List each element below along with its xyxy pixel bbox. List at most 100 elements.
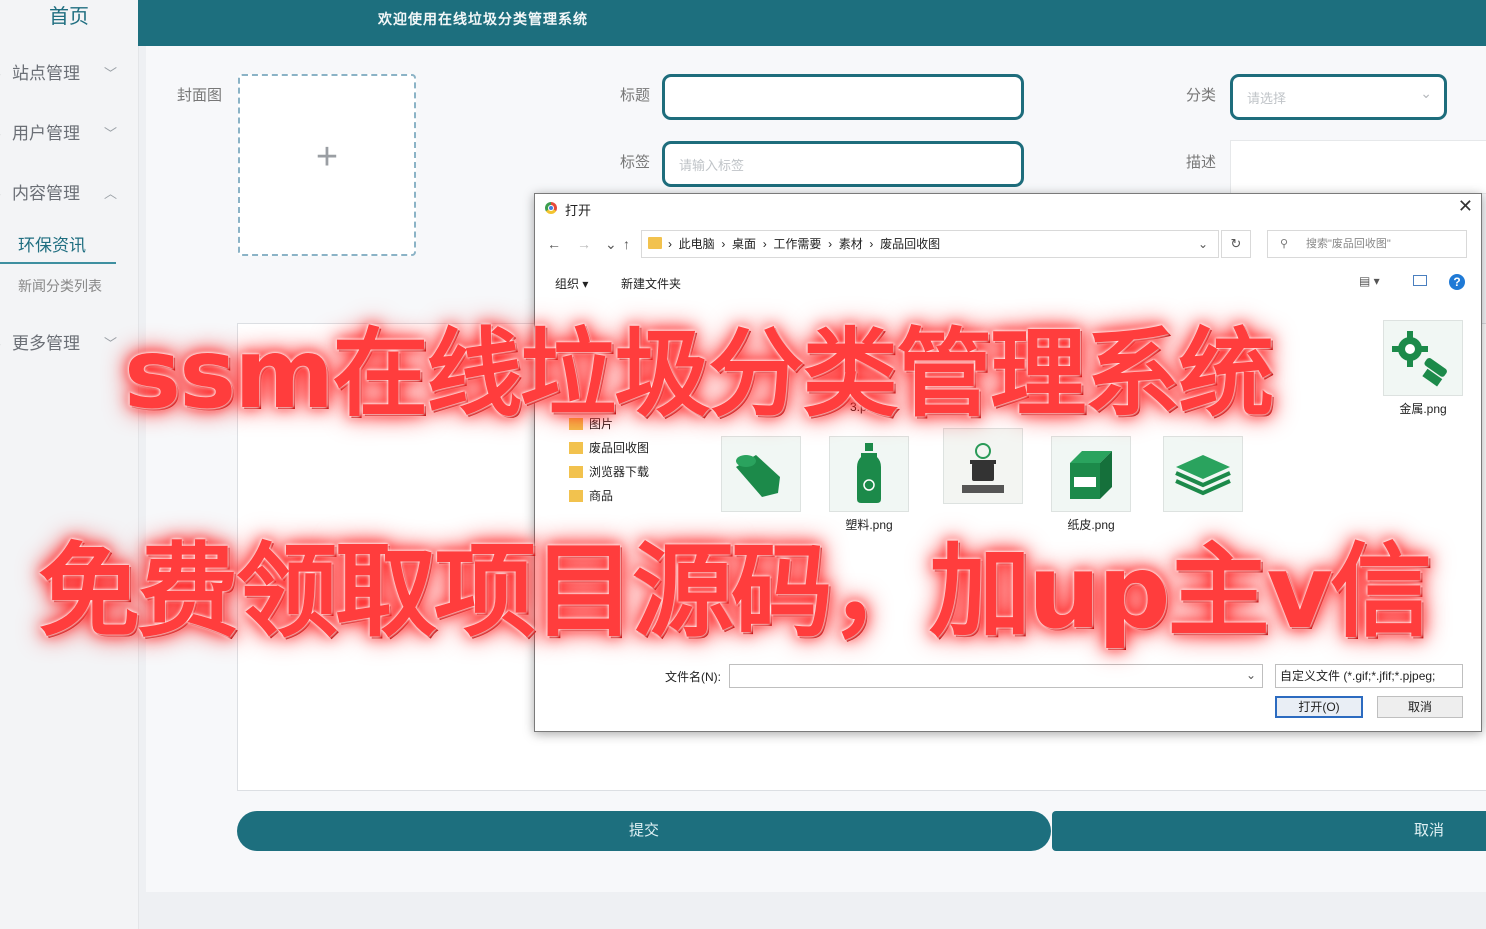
cover-upload[interactable]: + [238, 74, 416, 256]
address-row: ← → ⌄ ↑ › 此电脑 › 桌面 › 工作需要 › 素材 › 废品回收图 ⌄… [535, 230, 1481, 260]
sidebar-item-content[interactable]: ◦ 内容管理 ︿ [0, 174, 138, 214]
can-thumbnail [721, 436, 801, 512]
overlay-title: ssm在线垃圾分类管理系统 [124, 318, 1274, 430]
filetype-select[interactable]: 自定义文件 (*.gif;*.jfif;*.pjpeg; [1275, 664, 1463, 688]
open-button[interactable]: 打开(O) [1275, 696, 1363, 718]
breadcrumb-item[interactable]: 桌面 [732, 237, 756, 251]
recycle-bin-icon [962, 443, 1004, 493]
sidebar-home[interactable]: 首页 [0, 0, 138, 40]
category-placeholder: 请选择 [1247, 91, 1287, 106]
chevron-down-icon: ﹀ [104, 66, 118, 81]
breadcrumb-item[interactable]: 废品回收图 [880, 237, 940, 251]
dialog-titlebar: 打开 ✕ [535, 194, 1481, 222]
tags-input[interactable]: 请输入标签 [662, 141, 1024, 187]
tree-item-label: 浏览器下载 [589, 465, 650, 479]
new-folder-button[interactable]: 新建文件夹 [621, 275, 681, 292]
organize-button[interactable]: 组织 ▾ [555, 275, 588, 292]
bottle-icon [857, 443, 881, 503]
metal-thumbnail [1383, 320, 1463, 396]
file-item[interactable] [937, 428, 1029, 504]
search-placeholder: 搜索"废品回收图" [1306, 238, 1391, 250]
paper-stack-icon [1175, 455, 1231, 496]
folder-icon [648, 237, 662, 249]
refresh-icon[interactable]: ↻ [1221, 230, 1251, 258]
back-icon[interactable]: ← [547, 236, 561, 252]
breadcrumb-item[interactable]: 素材 [839, 237, 863, 251]
welcome-text: 欢迎使用在线垃圾分类管理系统 [378, 12, 588, 28]
breadcrumb-item[interactable]: 工作需要 [773, 237, 821, 251]
search-icon: ⚲ [1280, 238, 1289, 250]
close-icon[interactable]: ✕ [1458, 196, 1473, 217]
sidebar-item-users[interactable]: ◦ 用户管理 ﹀ [0, 114, 138, 154]
folder-icon [569, 442, 583, 454]
top-bar: 欢迎使用在线垃圾分类管理系统 [138, 0, 1486, 46]
active-underline [0, 262, 116, 264]
sidebar-item-site[interactable]: ◦ 站点管理 ﹀ [0, 54, 138, 94]
preview-pane-icon[interactable] [1413, 275, 1427, 286]
dialog-toolbar: 组织 ▾ 新建文件夹 ▤ ▾ ? [535, 272, 1481, 296]
file-item[interactable]: 金属.png [1377, 320, 1469, 417]
chevron-up-icon: ︿ [104, 186, 118, 201]
dialog-cancel-button[interactable]: 取消 [1377, 696, 1463, 718]
submit-button[interactable]: 提交 [237, 811, 1051, 851]
title-input[interactable] [662, 74, 1024, 120]
sidebar-item-label: 站点管理 [12, 64, 80, 83]
paper-thumbnail [1051, 436, 1131, 512]
sidebar: 首页 ◦ 站点管理 ﹀ ◦ 用户管理 ﹀ ◦ 内容管理 ︿ 环保资讯 新闻分类列… [0, 0, 139, 929]
forward-icon[interactable]: → [577, 236, 591, 252]
gear-screw-icon [1392, 331, 1447, 387]
breadcrumb-item[interactable]: 此电脑 [679, 237, 715, 251]
sidebar-subitem-env-news[interactable]: 环保资讯 [18, 232, 86, 260]
file-item[interactable] [1157, 436, 1249, 512]
chevron-down-icon: ⌄ [1420, 85, 1432, 101]
tags-placeholder: 请输入标签 [679, 158, 745, 173]
title-label: 标题 [620, 86, 651, 104]
address-bar[interactable]: › 此电脑 › 桌面 › 工作需要 › 素材 › 废品回收图 ⌄ [641, 230, 1219, 258]
desc-textarea[interactable] [1230, 140, 1486, 194]
user-icon: ◦ [0, 114, 8, 154]
site-icon: ◦ [0, 54, 8, 94]
file-name: 金属.png [1399, 402, 1447, 416]
plus-icon: + [315, 136, 339, 178]
sidebar-item-more[interactable]: ◦ 更多管理 ﹀ [0, 324, 138, 364]
chevron-down-icon: ﹀ [104, 126, 118, 141]
cancel-button-label: 取消 [1414, 822, 1445, 839]
help-icon[interactable]: ? [1449, 274, 1465, 290]
chevron-down-icon: ﹀ [104, 336, 118, 351]
more-icon: ◦ [0, 324, 8, 364]
search-input[interactable]: ⚲ 搜索"废品回收图" [1267, 230, 1467, 258]
cover-label: 封面图 [177, 86, 223, 104]
tree-item-label: 废品回收图 [589, 441, 650, 455]
category-label: 分类 [1186, 86, 1217, 104]
filename-label: 文件名(N): [665, 670, 721, 684]
sidebar-subitem-news-categories[interactable]: 新闻分类列表 [18, 276, 102, 296]
overlay-subtitle: 免费领取项目源码，加up主v信 [38, 533, 1432, 652]
sidebar-item-label: 更多管理 [12, 334, 80, 353]
milk-carton-icon [1070, 451, 1112, 499]
content-icon: ◦ [0, 174, 8, 214]
chevron-down-icon[interactable]: ⌄ [1198, 231, 1208, 257]
chrome-icon [545, 202, 557, 214]
chevron-down-icon[interactable]: ⌄ [605, 236, 617, 253]
tags-label: 标签 [620, 153, 651, 171]
up-arrow-icon[interactable]: ↑ [623, 236, 630, 252]
dialog-title: 打开 [565, 203, 592, 218]
filename-input[interactable]: ⌄ [729, 664, 1263, 688]
desc-label: 描述 [1186, 153, 1217, 171]
category-select[interactable]: 请选择 ⌄ [1230, 74, 1447, 120]
recycle-poster-thumbnail [943, 428, 1023, 504]
dialog-footer: 文件名(N): ⌄ 自定义文件 (*.gif;*.jfif;*.pjpeg; [535, 662, 1481, 698]
plastic-thumbnail [829, 436, 909, 512]
file-item[interactable] [715, 436, 807, 512]
paper-stack-thumbnail [1163, 436, 1243, 512]
chevron-down-icon[interactable]: ⌄ [1246, 668, 1256, 682]
tree-item-label: 商品 [589, 489, 614, 503]
sidebar-item-label: 用户管理 [12, 124, 80, 143]
folder-icon [569, 466, 583, 478]
folder-icon [569, 490, 583, 502]
can-icon [736, 455, 780, 497]
breadcrumb: › 此电脑 › 桌面 › 工作需要 › 素材 › 废品回收图 [668, 237, 941, 251]
view-options-icon[interactable]: ▤ ▾ [1359, 274, 1380, 288]
cancel-button[interactable]: 取消 [1052, 811, 1486, 851]
sidebar-item-label: 内容管理 [12, 184, 80, 203]
